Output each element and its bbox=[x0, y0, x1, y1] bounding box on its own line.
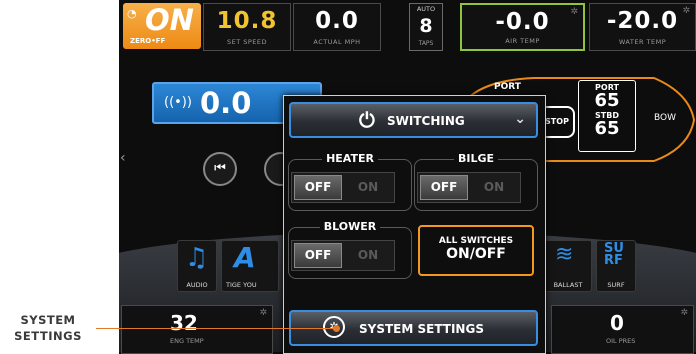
app-surf[interactable]: SU RF SURF bbox=[596, 240, 636, 292]
oil-pres-label: OIL PRES bbox=[606, 337, 636, 345]
zero-off-label: ZERO•FF bbox=[130, 37, 166, 45]
blower-group: BLOWER OFF ON bbox=[288, 220, 412, 279]
app-label: BALLAST bbox=[553, 281, 583, 289]
set-speed-label: SET SPEED bbox=[226, 38, 268, 46]
actual-mph-value: 0.0 bbox=[315, 8, 359, 34]
eng-temp-tile[interactable]: 32 ENG TEMP ✲ bbox=[121, 305, 273, 354]
blower-off-button[interactable]: OFF bbox=[294, 243, 342, 268]
chevron-down-icon: ⌄ bbox=[514, 111, 526, 127]
heater-on-button[interactable]: ON bbox=[344, 175, 392, 200]
zero-off-state: ON bbox=[145, 3, 194, 37]
eng-temp-label: ENG TEMP bbox=[170, 337, 204, 345]
surf-icon: SU RF bbox=[604, 241, 624, 268]
water-temp-label: WATER TEMP bbox=[618, 38, 667, 46]
gear-icon: ✲ bbox=[680, 308, 688, 318]
all-switches-button[interactable]: ALL SWITCHES ON/OFF bbox=[418, 225, 534, 276]
air-temp-label: AIR TEMP bbox=[505, 37, 540, 45]
blower-title: BLOWER bbox=[319, 220, 381, 233]
switching-panel: ⏻ SWITCHING ⌄ HEATER OFF ON BILGE OFF ON… bbox=[283, 95, 546, 354]
app-tige-you[interactable]: A TIGE YOU bbox=[221, 240, 279, 292]
air-temp-value: -0.0 bbox=[495, 9, 550, 35]
water-temp-value: -20.0 bbox=[606, 8, 679, 34]
callout-line-2: SETTINGS bbox=[14, 329, 82, 343]
heater-toggle[interactable]: OFF ON bbox=[291, 172, 395, 203]
skip-back-icon: ⏮ bbox=[214, 161, 226, 176]
all-switches-line2: ON/OFF bbox=[446, 246, 506, 262]
oil-pres-value: 0 bbox=[610, 311, 624, 335]
skip-back-button[interactable]: ⏮ bbox=[203, 152, 237, 186]
port-stbd-box[interactable]: PORT 65 STBD 65 bbox=[578, 80, 636, 152]
gear-icon: ✲ bbox=[259, 308, 267, 318]
switching-header-button[interactable]: ⏻ SWITCHING ⌄ bbox=[289, 102, 538, 138]
app-label: SURF bbox=[607, 281, 625, 289]
zero-off-tile[interactable]: ◔ ON ZERO•FF bbox=[123, 3, 201, 49]
left-port-label: PORT bbox=[494, 82, 521, 92]
bilge-title: BILGE bbox=[453, 152, 499, 165]
bilge-on-button[interactable]: ON bbox=[470, 175, 518, 200]
oil-pres-tile[interactable]: 0 OIL PRES ✲ bbox=[551, 305, 694, 354]
app-audio[interactable]: ♫ AUDIO bbox=[177, 240, 217, 292]
callout-dot bbox=[333, 325, 340, 332]
heater-group: HEATER OFF ON bbox=[288, 152, 412, 211]
callout-leader-line bbox=[96, 328, 336, 329]
taps-auto-badge: AUTO bbox=[416, 5, 436, 13]
power-icon: ⏻ bbox=[359, 108, 375, 132]
air-temp-tile[interactable]: -0.0 AIR TEMP ✲ bbox=[460, 3, 585, 51]
eng-temp-value: 32 bbox=[170, 311, 198, 335]
heater-off-button[interactable]: OFF bbox=[294, 175, 342, 200]
taps-label: TAPS bbox=[418, 40, 434, 47]
heater-title: HEATER bbox=[322, 152, 378, 165]
blower-on-button[interactable]: ON bbox=[344, 243, 392, 268]
water-temp-tile[interactable]: -20.0 WATER TEMP ✲ bbox=[589, 3, 696, 51]
dash-screen: ◔ ON ZERO•FF 10.8 SET SPEED 0.0 ACTUAL M… bbox=[119, 0, 696, 354]
chevron-left-icon[interactable]: ‹ bbox=[120, 150, 126, 166]
ballast-icon: ≋ bbox=[555, 242, 574, 267]
actual-mph-tile[interactable]: 0.0 ACTUAL MPH bbox=[293, 3, 381, 51]
app-label: AUDIO bbox=[186, 281, 208, 289]
blower-toggle[interactable]: OFF ON bbox=[291, 240, 395, 271]
taps-value: 8 bbox=[419, 15, 433, 37]
actual-mph-label: ACTUAL MPH bbox=[313, 38, 361, 46]
bow-label: BOW bbox=[654, 113, 676, 123]
music-note-icon: ♫ bbox=[185, 243, 209, 273]
gear-icon: ✲ bbox=[570, 7, 578, 17]
radio-signal-icon: ((•)) bbox=[164, 95, 192, 110]
app-label: TIGE YOU bbox=[226, 281, 257, 289]
callout-label: SYSTEM SETTINGS bbox=[0, 312, 96, 344]
app-ballast[interactable]: ≋ BALLAST bbox=[544, 240, 592, 292]
tige-logo-icon: A bbox=[234, 241, 256, 274]
bilge-group: BILGE OFF ON bbox=[414, 152, 538, 211]
bilge-toggle[interactable]: OFF ON bbox=[417, 172, 521, 203]
bilge-off-button[interactable]: OFF bbox=[420, 175, 468, 200]
taps-tile[interactable]: AUTO 8 TAPS bbox=[409, 3, 443, 51]
audio-value: 0.0 bbox=[200, 86, 252, 120]
speedometer-icon: ◔ bbox=[127, 7, 137, 20]
set-speed-tile[interactable]: 10.8 SET SPEED bbox=[203, 3, 291, 51]
gear-icon: ✲ bbox=[682, 6, 690, 16]
port-value: 65 bbox=[594, 90, 620, 111]
all-switches-line1: ALL SWITCHES bbox=[438, 236, 514, 246]
switching-title: SWITCHING bbox=[387, 114, 465, 128]
callout-line-1: SYSTEM bbox=[20, 313, 76, 327]
system-settings-label: SYSTEM SETTINGS bbox=[359, 322, 484, 336]
set-speed-value: 10.8 bbox=[216, 8, 278, 34]
stbd-value: 65 bbox=[594, 118, 620, 139]
